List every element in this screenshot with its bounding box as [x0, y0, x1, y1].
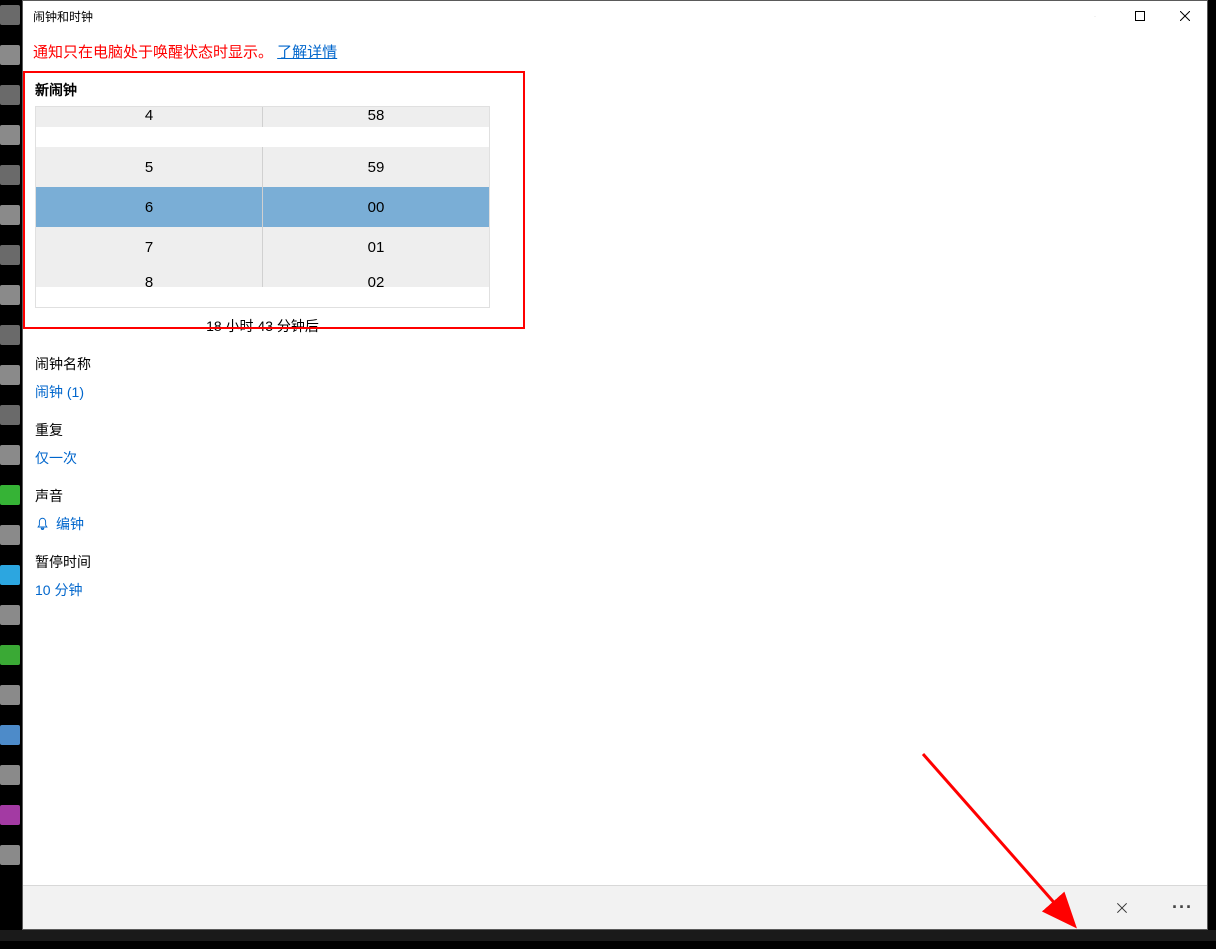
minute-option[interactable]: 59	[263, 147, 489, 187]
snooze-value[interactable]: 10 分钟	[35, 580, 1195, 600]
alarm-name-label: 闹钟名称	[35, 354, 1195, 374]
close-icon	[1114, 900, 1130, 916]
desktop-shortcut-icon[interactable]	[0, 725, 20, 745]
sound-label: 声音	[35, 486, 1195, 506]
desktop-shortcut-icon[interactable]	[0, 765, 20, 785]
repeat-value[interactable]: 仅一次	[35, 448, 1195, 468]
desktop-shortcut-icon[interactable]	[0, 45, 20, 65]
hour-option[interactable]: 8	[36, 267, 263, 287]
desktop-shortcut-icon[interactable]	[0, 525, 20, 545]
desktop-shortcut-icon[interactable]	[0, 205, 20, 225]
time-picker[interactable]: 4 58 5 59 6 00 7 01 8 02	[35, 106, 490, 308]
desktop-shortcut-icon[interactable]	[0, 565, 20, 585]
desktop-shortcut-icon[interactable]	[0, 805, 20, 825]
desktop-shortcut-icon[interactable]	[0, 325, 20, 345]
desktop-shortcut-icon[interactable]	[0, 285, 20, 305]
desktop-shortcut-icon[interactable]	[0, 685, 20, 705]
hour-option[interactable]: 5	[36, 147, 263, 187]
snooze-label: 暂停时间	[35, 552, 1195, 572]
desktop-shortcut-icon[interactable]	[0, 845, 20, 865]
minute-option[interactable]: 02	[263, 267, 489, 287]
hour-option[interactable]: 4	[36, 107, 263, 127]
desktop-shortcut-icon[interactable]	[0, 645, 20, 665]
desktop-shortcut-icon[interactable]	[0, 125, 20, 145]
desktop-shortcut-icon[interactable]	[0, 605, 20, 625]
desktop-shortcut-icon[interactable]	[0, 445, 20, 465]
desktop-shortcut-icon[interactable]	[0, 165, 20, 185]
time-remaining-label: 18 小时 43 分钟后	[35, 312, 490, 346]
minimize-button[interactable]	[1072, 1, 1117, 31]
command-bar: ···	[23, 885, 1207, 929]
system-tray[interactable]	[1186, 930, 1216, 941]
minute-selected[interactable]: 00	[263, 187, 489, 227]
hour-selected[interactable]: 6	[36, 187, 263, 227]
desktop-shortcut-icon[interactable]	[0, 485, 20, 505]
minute-option[interactable]: 01	[263, 227, 489, 267]
maximize-button[interactable]	[1117, 1, 1162, 31]
desktop-shortcut-icon[interactable]	[0, 245, 20, 265]
hour-option[interactable]: 7	[36, 227, 263, 267]
desktop-taskbar-left	[0, 0, 22, 941]
desktop-shortcut-icon[interactable]	[0, 405, 20, 425]
window-title: 闹钟和时钟	[23, 8, 93, 25]
sound-value-text: 编钟	[56, 514, 84, 534]
alarms-clock-window: 闹钟和时钟 通知只在电脑处于唤醒状态时显示。 了解详情 新闹钟 4 58 5	[22, 0, 1208, 930]
desktop-shortcut-icon[interactable]	[0, 5, 20, 25]
notice-learn-more-link[interactable]: 了解详情	[277, 44, 337, 61]
bell-icon	[35, 517, 50, 532]
new-alarm-header: 新闹钟	[35, 72, 1195, 106]
alarm-name-value[interactable]: 闹钟 (1)	[35, 382, 1195, 402]
repeat-label: 重复	[35, 420, 1195, 440]
sound-value[interactable]: 编钟	[35, 514, 1195, 534]
desktop-shortcut-icon[interactable]	[0, 365, 20, 385]
titlebar: 闹钟和时钟	[23, 1, 1207, 31]
save-button[interactable]	[1044, 892, 1076, 924]
desktop-shortcut-icon[interactable]	[0, 85, 20, 105]
save-icon	[1052, 900, 1068, 916]
close-button[interactable]	[1162, 1, 1207, 31]
windows-taskbar	[0, 930, 1216, 941]
minute-option[interactable]: 58	[263, 107, 489, 127]
notice-bar: 通知只在电脑处于唤醒状态时显示。 了解详情	[23, 31, 1207, 72]
cancel-button[interactable]	[1106, 892, 1138, 924]
content-area: 通知只在电脑处于唤醒状态时显示。 了解详情 新闹钟 4 58 5 59 6 00…	[23, 31, 1207, 885]
notice-text: 通知只在电脑处于唤醒状态时显示。	[33, 44, 277, 61]
more-button[interactable]: ···	[1168, 897, 1197, 918]
